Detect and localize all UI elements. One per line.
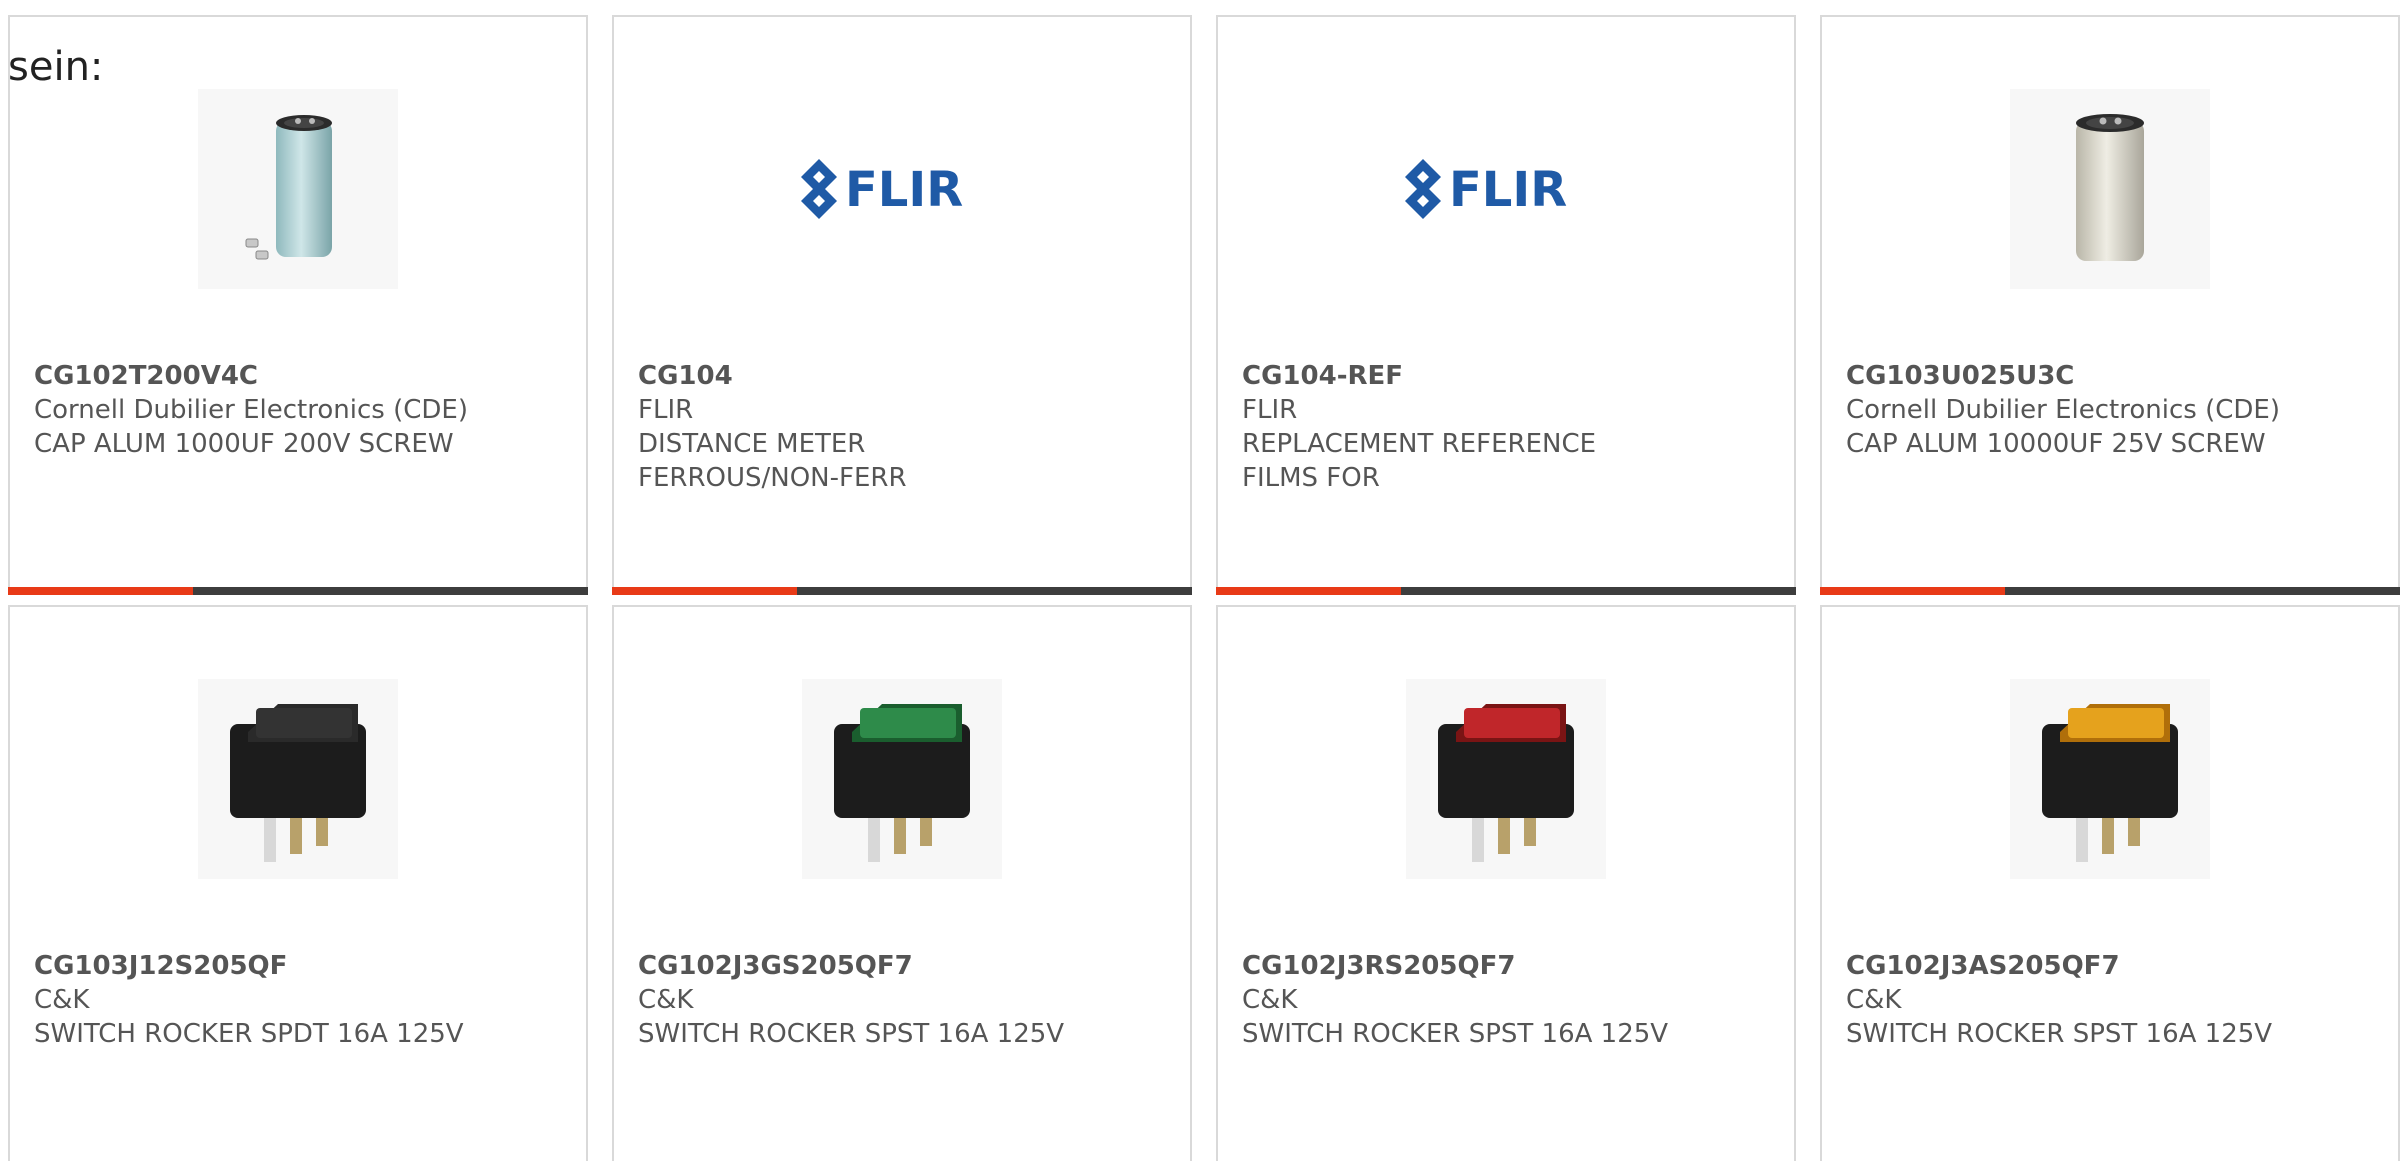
part-number[interactable]: CG102J3GS205QF7 <box>638 949 1180 983</box>
description-line: FILMS FOR <box>1242 463 1380 493</box>
description-line: REPLACEMENT REFERENCE <box>1242 429 1597 459</box>
description-line: SWITCH ROCKER SPST 16A 125V <box>1846 1019 2273 1049</box>
product-image[interactable] <box>10 679 586 879</box>
card-accent-bar <box>1216 587 1401 595</box>
product-card[interactable]: FLIR CG104 FLIR DISTANCE METER FERROUS/N… <box>612 15 1192 595</box>
description-line: SWITCH ROCKER SPST 16A 125V <box>638 1019 1065 1049</box>
product-info: CG104-REF FLIR REPLACEMENT REFERENCE FIL… <box>1242 359 1784 495</box>
product-image[interactable] <box>1822 89 2398 289</box>
product-image[interactable] <box>614 679 1190 879</box>
product-card[interactable]: FLIR CG104-REF FLIR REPLACEMENT REFERENC… <box>1216 15 1796 595</box>
description-line: CAP ALUM 1000UF 200V SCREW <box>34 429 454 459</box>
product-card[interactable]: CG102T200V4C Cornell Dubilier Electronic… <box>8 15 588 595</box>
part-number[interactable]: CG102T200V4C <box>34 359 576 393</box>
product-card[interactable]: CG102J3RS205QF7 C&K SWITCH ROCKER SPST 1… <box>1216 605 1796 1161</box>
part-number[interactable]: CG104 <box>638 359 1180 393</box>
card-bottom-bar <box>8 587 588 595</box>
rocker-switch-amber-image <box>2010 679 2210 879</box>
flir-logo: FLIR <box>1396 149 1616 229</box>
product-grid-page: CG102T200V4C Cornell Dubilier Electronic… <box>0 0 2400 1161</box>
product-card[interactable]: CG102J3GS205QF7 C&K SWITCH ROCKER SPST 1… <box>612 605 1192 1161</box>
card-bottom-bar <box>1216 587 1796 595</box>
product-info: CG102J3AS205QF7 C&K SWITCH ROCKER SPST 1… <box>1846 949 2388 1051</box>
part-number[interactable]: CG102J3RS205QF7 <box>1242 949 1784 983</box>
flir-logo-text: FLIR <box>845 162 963 218</box>
product-card[interactable]: CG102J3AS205QF7 C&K SWITCH ROCKER SPST 1… <box>1820 605 2400 1161</box>
product-info: CG103J12S205QF C&K SWITCH ROCKER SPDT 16… <box>34 949 576 1051</box>
manufacturer: FLIR <box>638 395 694 425</box>
product-info: CG104 FLIR DISTANCE METER FERROUS/NON-FE… <box>638 359 1180 495</box>
product-card[interactable]: CG103U025U3C Cornell Dubilier Electronic… <box>1820 15 2400 595</box>
manufacturer: Cornell Dubilier Electronics (CDE) <box>1846 395 2280 425</box>
rocker-switch-black-image <box>198 679 398 879</box>
product-image[interactable]: FLIR <box>1218 89 1794 289</box>
product-grid: CG102T200V4C Cornell Dubilier Electronic… <box>8 15 2400 1161</box>
description-line: SWITCH ROCKER SPDT 16A 125V <box>34 1019 464 1049</box>
product-card[interactable]: CG103J12S205QF C&K SWITCH ROCKER SPDT 16… <box>8 605 588 1161</box>
product-info: CG102J3RS205QF7 C&K SWITCH ROCKER SPST 1… <box>1242 949 1784 1051</box>
product-info: CG102J3GS205QF7 C&K SWITCH ROCKER SPST 1… <box>638 949 1180 1051</box>
flir-logo-text: FLIR <box>1449 162 1567 218</box>
part-number[interactable]: CG103J12S205QF <box>34 949 576 983</box>
description-line: SWITCH ROCKER SPST 16A 125V <box>1242 1019 1669 1049</box>
card-accent-bar <box>8 587 193 595</box>
description-line: DISTANCE METER <box>638 429 866 459</box>
part-number[interactable]: CG103U025U3C <box>1846 359 2388 393</box>
product-image[interactable]: FLIR <box>614 89 1190 289</box>
rocker-switch-green-image <box>802 679 1002 879</box>
card-accent-bar <box>1820 587 2005 595</box>
part-number[interactable]: CG104-REF <box>1242 359 1784 393</box>
card-accent-bar <box>612 587 797 595</box>
product-image[interactable] <box>1218 679 1794 879</box>
description-line: FERROUS/NON-FERR <box>638 463 907 493</box>
card-bottom-bar <box>1820 587 2400 595</box>
manufacturer: C&K <box>1846 985 1902 1015</box>
capacitor-silver-image <box>2010 89 2210 289</box>
caption-text: sein: <box>8 44 104 90</box>
part-number[interactable]: CG102J3AS205QF7 <box>1846 949 2388 983</box>
description-line: CAP ALUM 10000UF 25V SCREW <box>1846 429 2266 459</box>
flir-logo: FLIR <box>792 149 1012 229</box>
rocker-switch-red-image <box>1406 679 1606 879</box>
card-bottom-bar <box>612 587 1192 595</box>
manufacturer: C&K <box>34 985 90 1015</box>
manufacturer: FLIR <box>1242 395 1298 425</box>
manufacturer: C&K <box>1242 985 1298 1015</box>
product-image[interactable] <box>10 89 586 289</box>
capacitor-teal-image <box>198 89 398 289</box>
manufacturer: Cornell Dubilier Electronics (CDE) <box>34 395 468 425</box>
manufacturer: C&K <box>638 985 694 1015</box>
product-info: CG103U025U3C Cornell Dubilier Electronic… <box>1846 359 2388 461</box>
product-image[interactable] <box>1822 679 2398 879</box>
product-info: CG102T200V4C Cornell Dubilier Electronic… <box>34 359 576 461</box>
